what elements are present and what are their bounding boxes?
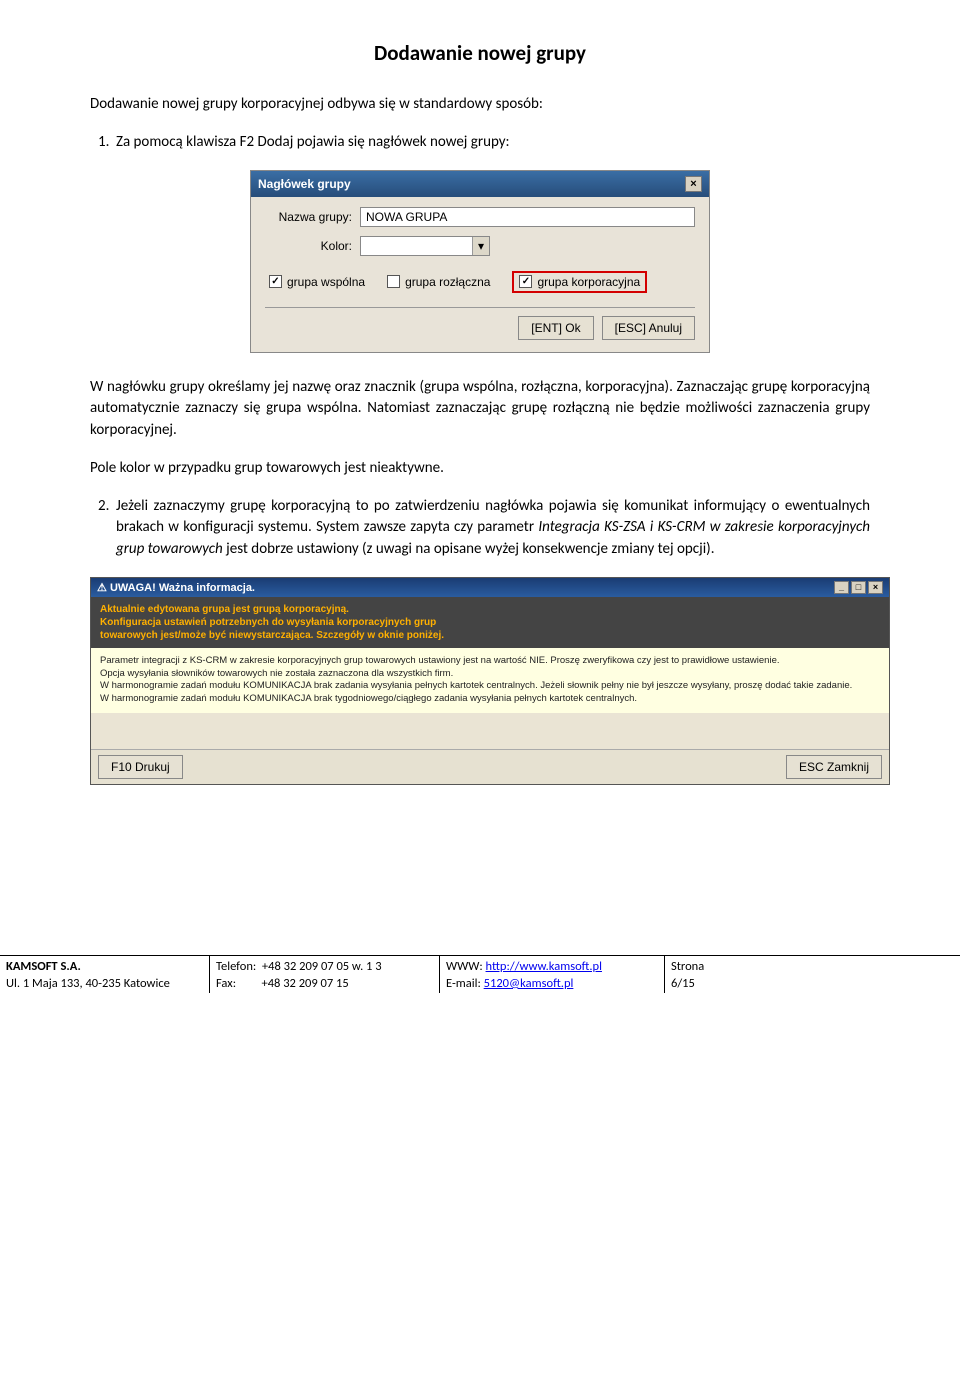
warn-line-3: towarowych jest/może być niewystarczając… (100, 629, 880, 642)
footer-fax-label: Fax: (216, 976, 236, 991)
dialog-title: Nagłówek grupy (258, 177, 351, 191)
grupa-rozlaczna-label: grupa rozłączna (405, 275, 490, 289)
list-item-2-text-b: jest dobrze ustawiony (z uwagi na opisan… (223, 540, 715, 558)
footer-www-link[interactable]: http://www.kamsoft.pl (486, 959, 602, 974)
grupa-korporacyjna-label: grupa korporacyjna (537, 275, 640, 289)
list-item-1: 1.Za pomocą klawisza F2 Dodaj pojawia si… (116, 132, 870, 154)
dialog-title: UWAGA! Ważna informacja. (110, 582, 255, 594)
footer-www-label: WWW: (446, 959, 486, 974)
checkbox-icon (387, 275, 400, 288)
ok-button[interactable]: [ENT] Ok (518, 316, 593, 340)
list-item-1-text: Za pomocą klawisza F2 Dodaj pojawia się … (116, 133, 510, 151)
checkbox-icon: ✓ (269, 275, 282, 288)
dialog-titlebar: ⚠ UWAGA! Ważna informacja. _ □ × (91, 578, 889, 597)
footer-address: Ul. 1 Maja 133, 40-235 Katowice (6, 976, 203, 993)
print-button[interactable]: F10 Drukuj (98, 755, 183, 779)
dialog-titlebar: Nagłówek grupy × (251, 171, 709, 197)
list-item-2: 2.Jeżeli zaznaczymy grupę korporacyjną t… (116, 496, 870, 561)
nazwa-grupy-input[interactable]: NOWA GRUPA (360, 207, 695, 227)
maximize-button[interactable]: □ (851, 581, 866, 594)
close-esc-button[interactable]: ESC Zamknij (786, 755, 882, 779)
paragraph-2a: W nagłówku grupy określamy jej nazwę ora… (90, 377, 870, 442)
footer-tel-label: Telefon: (216, 959, 256, 974)
grupa-rozlaczna-checkbox[interactable]: grupa rozłączna (387, 275, 490, 289)
grupa-korporacyjna-checkbox[interactable]: ✓ grupa korporacyjna (519, 275, 640, 289)
kolor-combo[interactable]: ▾ (360, 236, 490, 256)
page-footer: KAMSOFT S.A. Ul. 1 Maja 133, 40-235 Kato… (0, 955, 960, 993)
footer-tel: +48 32 209 07 05 w. 1 3 (262, 959, 382, 974)
cancel-button[interactable]: [ESC] Anuluj (602, 316, 695, 340)
body-line-3: W harmonogramie zadań modułu KOMUNIKACJA… (100, 680, 880, 693)
grupa-wspolna-label: grupa wspólna (287, 275, 365, 289)
footer-email-label: E-mail: (446, 976, 484, 991)
warning-icon: ⚠ (97, 582, 107, 594)
page-heading: Dodawanie nowej grupy (90, 40, 870, 66)
paragraph-2b: Pole kolor w przypadku grup towarowych j… (90, 458, 870, 480)
body-line-4: W harmonogramie zadań modułu KOMUNIKACJA… (100, 693, 880, 706)
footer-email-link[interactable]: 5120@kamsoft.pl (484, 976, 574, 991)
body-line-1: Parametr integracji z KS-CRM w zakresie … (100, 655, 880, 668)
intro-paragraph: Dodawanie nowej grupy korporacyjnej odby… (90, 94, 870, 116)
footer-page-number: 6/15 (671, 976, 954, 993)
warn-line-1: Aktualnie edytowana grupa jest grupą kor… (100, 603, 880, 616)
naglowek-grupy-dialog: Nagłówek grupy × Nazwa grupy: NOWA GRUPA… (250, 170, 710, 353)
body-line-2: Opcja wysyłania słowników towarowych nie… (100, 668, 880, 681)
uwaga-dialog: ⚠ UWAGA! Ważna informacja. _ □ × Aktualn… (90, 577, 890, 785)
chevron-down-icon[interactable]: ▾ (472, 237, 489, 255)
warning-body: Parametr integracji z KS-CRM w zakresie … (91, 648, 889, 713)
nazwa-grupy-label: Nazwa grupy: (265, 210, 360, 224)
checkbox-icon: ✓ (519, 275, 532, 288)
warn-line-2: Konfiguracja ustawień potrzebnych do wys… (100, 616, 880, 629)
grupa-wspolna-checkbox[interactable]: ✓ grupa wspólna (269, 275, 365, 289)
list-marker: 2. (98, 496, 116, 518)
warning-header: Aktualnie edytowana grupa jest grupą kor… (91, 597, 889, 648)
footer-company: KAMSOFT S.A. (6, 959, 81, 974)
list-marker: 1. (98, 132, 116, 154)
kolor-label: Kolor: (265, 239, 360, 253)
minimize-button[interactable]: _ (834, 581, 849, 594)
footer-fax: +48 32 209 07 15 (261, 976, 348, 991)
grupa-korporacyjna-highlight: ✓ grupa korporacyjna (512, 271, 647, 293)
close-button[interactable]: × (685, 176, 702, 192)
footer-page-label: Strona (671, 959, 954, 976)
close-button[interactable]: × (868, 581, 883, 594)
